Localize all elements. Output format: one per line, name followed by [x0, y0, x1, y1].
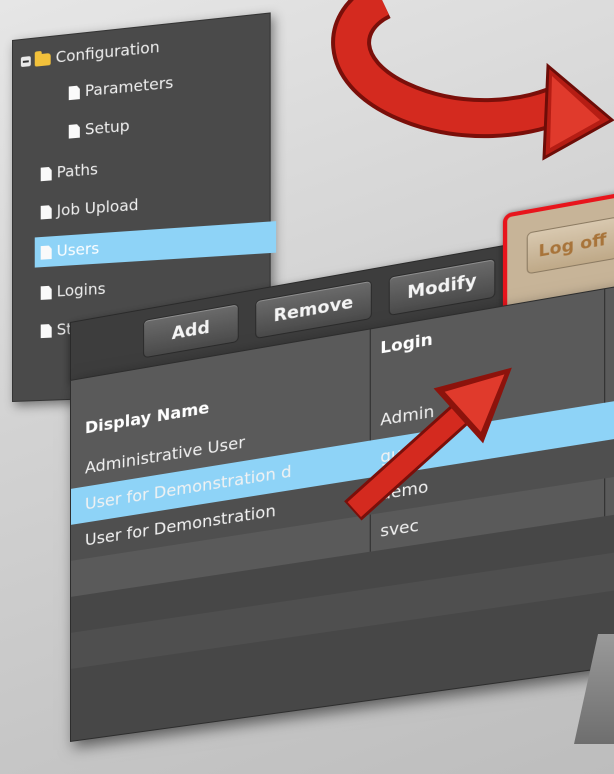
tree-item-label: Setup [84, 116, 130, 139]
pointer-arrow-icon [344, 367, 512, 521]
tree-item-label: Users [56, 239, 100, 261]
tree-item-label: Job Upload [56, 195, 139, 220]
column-header-display-name[interactable]: Display Name [85, 398, 209, 438]
tree-item-label: Configuration [55, 37, 160, 67]
page-icon [41, 245, 52, 260]
page-icon [41, 285, 52, 300]
tree-item-setup[interactable]: Setup [69, 99, 257, 146]
tree-item-paths[interactable]: Paths [41, 141, 248, 188]
collapse-icon[interactable] [20, 55, 31, 67]
tree-item-users[interactable]: Users [34, 221, 277, 268]
page-icon [41, 323, 52, 338]
folder-icon [34, 52, 51, 67]
modify-button[interactable]: Modify [388, 258, 496, 316]
page-icon [41, 166, 52, 181]
page-icon [69, 123, 80, 138]
tree-item-label: Paths [56, 159, 98, 182]
tree-item-job-upload[interactable]: Job Upload [41, 181, 248, 227]
page-icon [41, 205, 52, 220]
page-icon [69, 85, 80, 100]
add-button[interactable]: Add [143, 303, 239, 359]
logoff-button[interactable]: Log off [526, 216, 614, 275]
tree-item-label: Logins [56, 279, 106, 301]
tree-item-label: Parameters [84, 73, 174, 101]
